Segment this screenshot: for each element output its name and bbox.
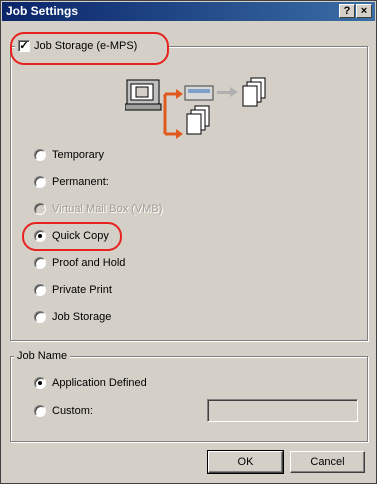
radio-button[interactable] — [34, 405, 46, 417]
title-bar: Job Settings ? × — [2, 2, 375, 21]
radio-label: Temporary — [52, 149, 104, 161]
help-button[interactable]: ? — [339, 4, 355, 18]
highlight-ring-quick-copy — [22, 222, 122, 251]
radio-button[interactable] — [34, 311, 46, 323]
job-settings-dialog: Job Settings ? × ✓ Job Storage (e-MPS) T… — [0, 0, 377, 484]
highlight-ring-job-storage — [10, 32, 169, 65]
pages-stack-icon-bottom — [186, 105, 210, 135]
custom-name-input[interactable] — [207, 399, 358, 422]
radio-proof-and-hold[interactable]: Proof and Hold — [34, 255, 154, 271]
radio-permanent[interactable]: Permanent: — [34, 174, 154, 190]
radio-button[interactable] — [34, 257, 46, 269]
radio-label: Permanent: — [52, 176, 109, 188]
radio-private-print[interactable]: Private Print — [34, 282, 154, 298]
radio-button — [34, 203, 46, 215]
radio-label: Custom: — [52, 405, 93, 417]
hard-disk-icon — [184, 85, 214, 101]
radio-label: Proof and Hold — [52, 257, 126, 269]
radio-button[interactable] — [34, 284, 46, 296]
gray-arrow-icon — [217, 87, 238, 97]
close-button[interactable]: × — [356, 4, 372, 18]
radio-custom[interactable]: Custom: — [34, 403, 114, 419]
ok-button[interactable]: OK — [207, 450, 284, 474]
storage-arrows-icon — [163, 89, 183, 139]
radio-button[interactable] — [34, 377, 46, 389]
radio-button[interactable] — [34, 176, 46, 188]
window-title: Job Settings — [6, 4, 79, 18]
radio-label: Private Print — [52, 284, 112, 296]
radio-label: Job Storage — [52, 311, 112, 323]
radio-virtual-mail-box: Virtual Mail Box (VMB) — [34, 201, 184, 217]
radio-label: Application Defined — [52, 377, 147, 389]
pages-stack-icon-top — [242, 77, 266, 107]
cancel-button[interactable]: Cancel — [290, 451, 365, 473]
radio-job-storage[interactable]: Job Storage — [34, 309, 154, 325]
job-name-legend: Job Name — [14, 349, 71, 363]
printer-panel-icon — [125, 79, 162, 111]
job-storage-diagram — [125, 77, 266, 139]
radio-label: Virtual Mail Box (VMB) — [52, 203, 163, 215]
radio-button[interactable] — [34, 149, 46, 161]
radio-temporary[interactable]: Temporary — [34, 147, 154, 163]
radio-application-defined[interactable]: Application Defined — [34, 375, 174, 391]
